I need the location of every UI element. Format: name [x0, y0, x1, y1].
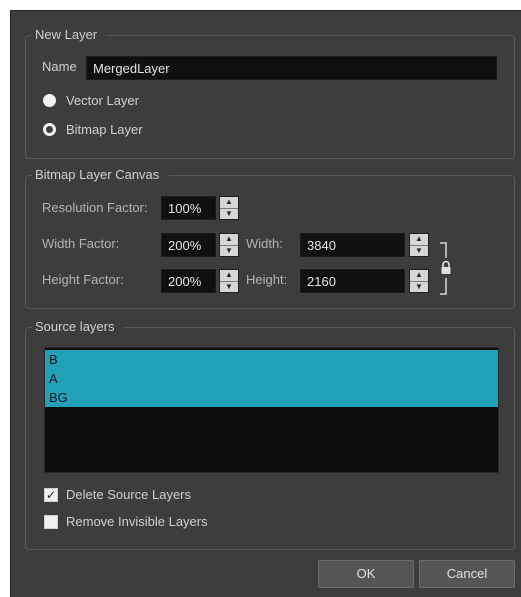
height-input[interactable] — [300, 269, 405, 293]
height-label: Height: — [246, 272, 288, 287]
spin-up-icon[interactable]: ▲ — [220, 197, 238, 209]
resolution-factor-input[interactable] — [161, 196, 216, 220]
spin-up-icon[interactable]: ▲ — [220, 270, 238, 282]
merge-layers-dialog: New Layer Name Vector Layer Bitmap Layer… — [10, 10, 521, 597]
width-factor-spinner[interactable]: ▲ ▼ — [219, 233, 239, 257]
delete-source-layers-label: Delete Source Layers — [66, 487, 192, 502]
spin-up-icon[interactable]: ▲ — [220, 234, 238, 246]
width-factor-input[interactable] — [161, 233, 216, 257]
resolution-factor-label: Resolution Factor: — [42, 200, 148, 215]
empty-checkbox-icon[interactable] — [44, 515, 58, 529]
width-label: Width: — [246, 236, 283, 251]
ok-button[interactable]: OK — [318, 560, 414, 588]
height-factor-input[interactable] — [161, 269, 216, 293]
name-label: Name — [42, 59, 77, 74]
resolution-spinner[interactable]: ▲ ▼ — [219, 196, 239, 220]
list-item[interactable]: A — [45, 369, 498, 388]
width-spinner[interactable]: ▲ ▼ — [409, 233, 429, 257]
cancel-button[interactable]: Cancel — [419, 560, 515, 588]
bitmap-canvas-group-title: Bitmap Layer Canvas — [32, 167, 170, 183]
new-layer-group-title: New Layer — [32, 27, 108, 43]
checkmark-icon[interactable]: ✓ — [44, 488, 58, 502]
spin-down-icon[interactable]: ▼ — [410, 282, 428, 293]
spin-down-icon[interactable]: ▼ — [220, 246, 238, 257]
list-item[interactable]: BG — [45, 388, 498, 407]
vector-layer-label: Vector Layer — [66, 93, 139, 108]
lock-icon[interactable] — [440, 260, 452, 275]
height-spinner[interactable]: ▲ ▼ — [409, 269, 429, 293]
height-factor-spinner[interactable]: ▲ ▼ — [219, 269, 239, 293]
spin-down-icon[interactable]: ▼ — [220, 282, 238, 293]
width-factor-label: Width Factor: — [42, 236, 120, 251]
name-input[interactable] — [86, 56, 497, 80]
vector-layer-radio-dot[interactable] — [43, 94, 56, 107]
new-layer-group: New Layer Name Vector Layer Bitmap Layer — [25, 27, 515, 159]
width-input[interactable] — [300, 233, 405, 257]
source-layers-group-title: Source layers — [32, 319, 125, 335]
source-layers-list[interactable]: B A BG — [44, 347, 499, 473]
bitmap-layer-radio-dot[interactable] — [43, 123, 56, 136]
list-item[interactable]: B — [45, 350, 498, 369]
spin-down-icon[interactable]: ▼ — [220, 209, 238, 220]
spin-up-icon[interactable]: ▲ — [410, 234, 428, 246]
source-layers-group: Source layers B A BG ✓ Delete Source Lay… — [25, 319, 515, 550]
remove-invisible-layers-label: Remove Invisible Layers — [66, 514, 208, 529]
spin-down-icon[interactable]: ▼ — [410, 246, 428, 257]
height-factor-label: Height Factor: — [42, 272, 124, 287]
bitmap-canvas-group: Bitmap Layer Canvas Resolution Factor: ▲… — [25, 167, 515, 309]
bitmap-layer-label: Bitmap Layer — [66, 122, 143, 137]
spin-up-icon[interactable]: ▲ — [410, 270, 428, 282]
